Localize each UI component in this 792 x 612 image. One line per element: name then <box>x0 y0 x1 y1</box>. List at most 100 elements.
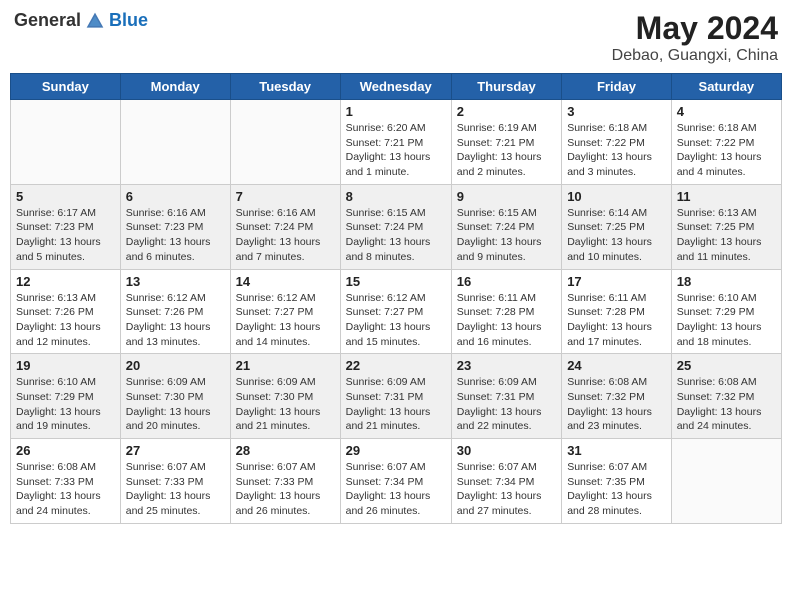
day-number: 3 <box>567 104 666 119</box>
day-number: 31 <box>567 443 666 458</box>
day-number: 17 <box>567 274 666 289</box>
calendar-cell: 31 Sunrise: 6:07 AM Sunset: 7:35 PM Dayli… <box>562 439 672 524</box>
day-info: Sunrise: 6:07 AM Sunset: 7:33 PM Dayligh… <box>236 460 335 519</box>
calendar-cell: 1 Sunrise: 6:20 AM Sunset: 7:21 PM Daylig… <box>340 100 451 185</box>
calendar-cell: 26Sunrise: 6:08 AM Sunset: 7:33 PM Dayli… <box>11 439 121 524</box>
calendar-row-5: 26Sunrise: 6:08 AM Sunset: 7:33 PM Dayli… <box>11 439 782 524</box>
day-number: 16 <box>457 274 556 289</box>
day-number: 24 <box>567 358 666 373</box>
calendar-cell: 12Sunrise: 6:13 AM Sunset: 7:26 PM Dayli… <box>11 269 121 354</box>
calendar-cell: 10Sunrise: 6:14 AM Sunset: 7:25 PM Dayli… <box>562 184 672 269</box>
logo-blue: Blue <box>109 10 148 31</box>
day-info: Sunrise: 6:10 AM Sunset: 7:29 PM Dayligh… <box>16 375 115 434</box>
day-info: Sunrise: 6:07 AM Sunset: 7:34 PM Dayligh… <box>457 460 556 519</box>
day-number: 11 <box>677 189 776 204</box>
day-info: Sunrise: 6:12 AM Sunset: 7:26 PM Dayligh… <box>126 291 225 350</box>
calendar-cell: 3Sunrise: 6:18 AM Sunset: 7:22 PM Daylig… <box>562 100 672 185</box>
day-number: 5 <box>16 189 115 204</box>
calendar-cell: 24 Sunrise: 6:08 AM Sunset: 7:32 PM Dayli… <box>562 354 672 439</box>
day-number: 14 <box>236 274 335 289</box>
day-info: Sunrise: 6:13 AM Sunset: 7:26 PM Dayligh… <box>16 291 115 350</box>
calendar-cell: 17Sunrise: 6:11 AM Sunset: 7:28 PM Dayli… <box>562 269 672 354</box>
day-info: Sunrise: 6:16 AM Sunset: 7:23 PM Dayligh… <box>126 206 225 265</box>
day-number: 19 <box>16 358 115 373</box>
day-info: Sunrise: 6:14 AM Sunset: 7:25 PM Dayligh… <box>567 206 666 265</box>
day-info: Sunrise: 6:19 AM Sunset: 7:21 PM Dayligh… <box>457 121 556 180</box>
day-info: Sunrise: 6:09 AM Sunset: 7:30 PM Dayligh… <box>126 375 225 434</box>
calendar-row-3: 12Sunrise: 6:13 AM Sunset: 7:26 PM Dayli… <box>11 269 782 354</box>
calendar-cell: 6 Sunrise: 6:16 AM Sunset: 7:23 PM Daylig… <box>120 184 230 269</box>
day-number: 23 <box>457 358 556 373</box>
day-number: 15 <box>346 274 446 289</box>
weekday-header-thursday: Thursday <box>451 74 561 100</box>
logo-icon <box>85 11 105 31</box>
day-number: 28 <box>236 443 335 458</box>
day-info: Sunrise: 6:12 AM Sunset: 7:27 PM Dayligh… <box>236 291 335 350</box>
logo: General Blue <box>14 10 148 31</box>
month-year: May 2024 <box>612 10 778 47</box>
day-number: 9 <box>457 189 556 204</box>
calendar-cell: 13Sunrise: 6:12 AM Sunset: 7:26 PM Dayli… <box>120 269 230 354</box>
day-number: 25 <box>677 358 776 373</box>
day-info: Sunrise: 6:17 AM Sunset: 7:23 PM Dayligh… <box>16 206 115 265</box>
day-info: Sunrise: 6:07 AM Sunset: 7:35 PM Dayligh… <box>567 460 666 519</box>
day-info: Sunrise: 6:10 AM Sunset: 7:29 PM Dayligh… <box>677 291 776 350</box>
day-number: 2 <box>457 104 556 119</box>
calendar-cell <box>11 100 121 185</box>
day-info: Sunrise: 6:07 AM Sunset: 7:33 PM Dayligh… <box>126 460 225 519</box>
day-number: 27 <box>126 443 225 458</box>
calendar-cell: 11Sunrise: 6:13 AM Sunset: 7:25 PM Dayli… <box>671 184 781 269</box>
day-info: Sunrise: 6:15 AM Sunset: 7:24 PM Dayligh… <box>457 206 556 265</box>
day-number: 1 <box>346 104 446 119</box>
day-info: Sunrise: 6:08 AM Sunset: 7:33 PM Dayligh… <box>16 460 115 519</box>
weekday-header-monday: Monday <box>120 74 230 100</box>
page-header: General Blue May 2024 Debao, Guangxi, Ch… <box>10 10 782 65</box>
day-number: 18 <box>677 274 776 289</box>
calendar-cell: 8 Sunrise: 6:15 AM Sunset: 7:24 PM Daylig… <box>340 184 451 269</box>
day-info: Sunrise: 6:16 AM Sunset: 7:24 PM Dayligh… <box>236 206 335 265</box>
calendar-cell: 14 Sunrise: 6:12 AM Sunset: 7:27 PM Dayli… <box>230 269 340 354</box>
day-info: Sunrise: 6:20 AM Sunset: 7:21 PM Dayligh… <box>346 121 446 180</box>
calendar-cell: 30 Sunrise: 6:07 AM Sunset: 7:34 PM Dayli… <box>451 439 561 524</box>
calendar-cell: 9 Sunrise: 6:15 AM Sunset: 7:24 PM Daylig… <box>451 184 561 269</box>
weekday-header-friday: Friday <box>562 74 672 100</box>
location: Debao, Guangxi, China <box>612 47 778 65</box>
calendar-table: SundayMondayTuesdayWednesdayThursdayFrid… <box>10 73 782 524</box>
weekday-header-row: SundayMondayTuesdayWednesdayThursdayFrid… <box>11 74 782 100</box>
calendar-cell: 28 Sunrise: 6:07 AM Sunset: 7:33 PM Dayli… <box>230 439 340 524</box>
day-info: Sunrise: 6:12 AM Sunset: 7:27 PM Dayligh… <box>346 291 446 350</box>
calendar-cell <box>230 100 340 185</box>
day-number: 6 <box>126 189 225 204</box>
weekday-header-saturday: Saturday <box>671 74 781 100</box>
calendar-cell: 22 Sunrise: 6:09 AM Sunset: 7:31 PM Dayli… <box>340 354 451 439</box>
logo-general: General <box>14 10 81 31</box>
day-info: Sunrise: 6:15 AM Sunset: 7:24 PM Dayligh… <box>346 206 446 265</box>
calendar-cell: 16 Sunrise: 6:11 AM Sunset: 7:28 PM Dayli… <box>451 269 561 354</box>
day-info: Sunrise: 6:11 AM Sunset: 7:28 PM Dayligh… <box>457 291 556 350</box>
calendar-cell: 23Sunrise: 6:09 AM Sunset: 7:31 PM Dayli… <box>451 354 561 439</box>
day-number: 8 <box>346 189 446 204</box>
day-number: 20 <box>126 358 225 373</box>
calendar-cell: 7Sunrise: 6:16 AM Sunset: 7:24 PM Daylig… <box>230 184 340 269</box>
day-number: 29 <box>346 443 446 458</box>
calendar-row-2: 5 Sunrise: 6:17 AM Sunset: 7:23 PM Daylig… <box>11 184 782 269</box>
day-number: 30 <box>457 443 556 458</box>
day-number: 22 <box>346 358 446 373</box>
day-info: Sunrise: 6:18 AM Sunset: 7:22 PM Dayligh… <box>677 121 776 180</box>
calendar-row-4: 19 Sunrise: 6:10 AM Sunset: 7:29 PM Dayli… <box>11 354 782 439</box>
day-info: Sunrise: 6:08 AM Sunset: 7:32 PM Dayligh… <box>567 375 666 434</box>
calendar-cell: 27 Sunrise: 6:07 AM Sunset: 7:33 PM Dayli… <box>120 439 230 524</box>
calendar-cell: 5 Sunrise: 6:17 AM Sunset: 7:23 PM Daylig… <box>11 184 121 269</box>
day-number: 4 <box>677 104 776 119</box>
weekday-header-sunday: Sunday <box>11 74 121 100</box>
calendar-cell: 4 Sunrise: 6:18 AM Sunset: 7:22 PM Daylig… <box>671 100 781 185</box>
calendar-cell <box>120 100 230 185</box>
calendar-cell: 2 Sunrise: 6:19 AM Sunset: 7:21 PM Daylig… <box>451 100 561 185</box>
day-info: Sunrise: 6:08 AM Sunset: 7:32 PM Dayligh… <box>677 375 776 434</box>
calendar-cell <box>671 439 781 524</box>
calendar-cell: 25 Sunrise: 6:08 AM Sunset: 7:32 PM Dayli… <box>671 354 781 439</box>
day-number: 21 <box>236 358 335 373</box>
day-info: Sunrise: 6:09 AM Sunset: 7:30 PM Dayligh… <box>236 375 335 434</box>
calendar-cell: 18 Sunrise: 6:10 AM Sunset: 7:29 PM Dayli… <box>671 269 781 354</box>
day-info: Sunrise: 6:09 AM Sunset: 7:31 PM Dayligh… <box>346 375 446 434</box>
